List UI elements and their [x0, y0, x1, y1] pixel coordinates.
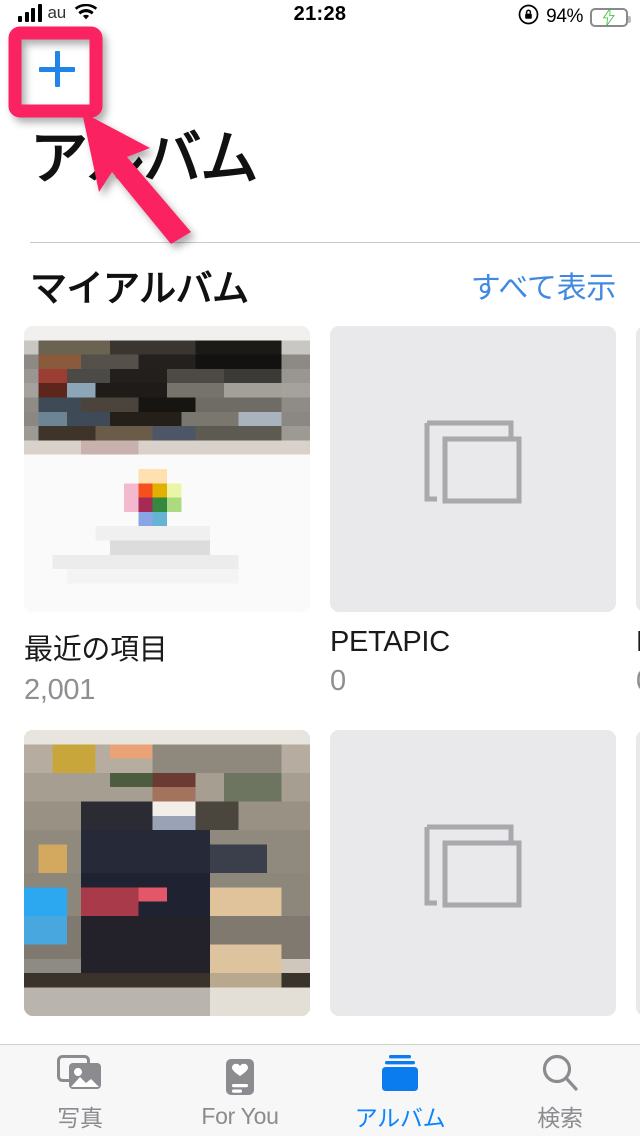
page-title: アルバム	[30, 126, 258, 191]
album-item[interactable]	[24, 730, 310, 1036]
album-count: 2,001	[24, 674, 96, 706]
navigation-bar	[0, 34, 640, 106]
album-thumbnail[interactable]	[24, 730, 310, 1016]
tab-albums[interactable]: アルバム	[320, 1045, 480, 1136]
status-bar: au 21:28 94%	[0, 0, 640, 34]
album-thumbnail[interactable]	[636, 730, 640, 1016]
album-name: PETAPIC	[330, 626, 450, 658]
album-item[interactable]: D 0	[636, 326, 640, 698]
empty-album-placeholder-icon	[424, 824, 522, 908]
my-albums-section-header: マイアルバム すべて表示	[0, 258, 640, 314]
photo-mosaic-person-image	[24, 730, 310, 1016]
tab-for-you[interactable]: For You	[160, 1045, 320, 1136]
battery-charging-icon	[590, 7, 631, 27]
rotation-lock-icon	[518, 4, 539, 30]
tab-label: For You	[201, 1102, 279, 1129]
tab-label: 写真	[57, 1105, 103, 1131]
photos-app-screen: au 21:28 94% アルバム マイアルバム すべて表示 最近の項目 2,0…	[0, 0, 640, 1136]
album-item[interactable]: 最近の項目 2,001	[24, 326, 310, 707]
add-album-button[interactable]	[28, 40, 86, 98]
for-you-icon	[220, 1056, 260, 1098]
album-item[interactable]: PETAPIC 0	[330, 326, 616, 698]
album-count: 0	[330, 665, 346, 697]
album-name: 最近の項目	[24, 634, 168, 666]
album-thumbnail[interactable]	[636, 326, 640, 612]
photos-icon	[57, 1052, 103, 1094]
tab-search[interactable]: 検索	[480, 1045, 640, 1136]
see-all-button[interactable]: すべて表示	[471, 263, 617, 307]
tab-photos[interactable]: 写真	[0, 1045, 160, 1136]
album-item[interactable]	[330, 730, 616, 1036]
album-thumbnail[interactable]	[330, 326, 616, 612]
album-count: 0	[636, 665, 640, 698]
battery-percent-label: 94%	[546, 6, 583, 27]
status-bar-right: 94%	[518, 4, 631, 30]
tab-bar: 写真 For You アルバム 検索	[0, 1044, 640, 1136]
album-item[interactable]	[636, 730, 640, 1036]
empty-album-placeholder-icon	[424, 420, 522, 504]
header-divider	[30, 242, 640, 243]
photo-mosaic-image	[24, 326, 310, 612]
album-thumbnail[interactable]	[330, 730, 616, 1016]
albums-icon	[378, 1052, 422, 1094]
search-icon	[539, 1052, 581, 1094]
section-title: マイアルバム	[30, 268, 249, 309]
tab-label: アルバム	[354, 1105, 446, 1131]
tab-label: 検索	[537, 1105, 583, 1131]
album-thumbnail[interactable]	[24, 326, 310, 612]
album-name: D	[636, 626, 640, 659]
